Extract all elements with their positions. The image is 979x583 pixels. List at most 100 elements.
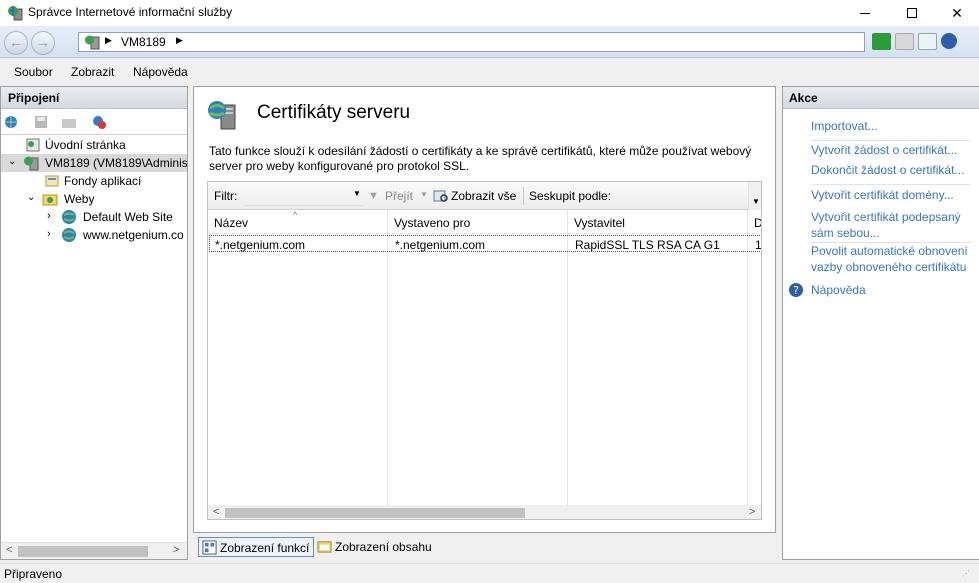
scroll-right-icon[interactable]: >: [749, 506, 755, 518]
action-create-request[interactable]: Vytvořit žádost o certifikát...: [811, 142, 957, 158]
back-button[interactable]: ←: [4, 31, 28, 55]
server-certificates-icon: [208, 101, 236, 130]
scroll-thumb[interactable]: [225, 508, 525, 518]
forward-button[interactable]: →: [31, 31, 55, 55]
menu-view[interactable]: Zobrazit: [71, 65, 114, 79]
cell-expiration: 1: [755, 238, 762, 252]
scroll-right-icon[interactable]: >: [173, 544, 179, 556]
action-help[interactable]: Nápověda: [811, 282, 866, 298]
iis-app-icon: [8, 6, 23, 21]
connections-tree: Úvodní stránka ⌄ VM8189 (VM8189\Administ…: [1, 135, 187, 535]
connections-toolbar: [1, 109, 187, 135]
tree-item-server[interactable]: ⌄ VM8189 (VM8189\Administ: [1, 154, 187, 172]
group-by-label[interactable]: Seskupit podle:: [529, 189, 611, 203]
expand-chevron-icon[interactable]: ›: [47, 210, 51, 222]
expand-chevron-icon[interactable]: ⌄: [27, 192, 35, 203]
status-text: Připraveno: [4, 567, 63, 581]
connections-horizontal-scrollbar[interactable]: < >: [1, 542, 187, 559]
tree-item-default-web-site[interactable]: › Default Web Site: [1, 208, 187, 226]
features-view-icon: [202, 540, 217, 555]
window-title: Správce Internetové informační služby: [28, 5, 233, 19]
connect-globe-icon[interactable]: [3, 114, 19, 130]
feature-description: Tato funkce slouží k odesílání žádostí o…: [209, 144, 752, 173]
show-all-button[interactable]: Zobrazit vše: [451, 189, 516, 203]
up-folder-icon[interactable]: [61, 114, 77, 130]
menu-file[interactable]: Soubor: [14, 65, 53, 79]
breadcrumb-arrow-icon[interactable]: ▶: [105, 35, 112, 46]
column-divider: [747, 210, 748, 506]
menu-bar: Soubor Zobrazit Nápověda: [0, 59, 979, 85]
resize-grip-icon[interactable]: ⋰: [962, 569, 970, 578]
tree-item-netgenium[interactable]: › www.netgenium.co: [1, 226, 187, 244]
action-enable-auto-rebind[interactable]: Povolit automatické obnovení vazby obnov…: [811, 243, 976, 275]
column-header-name[interactable]: Název: [214, 216, 248, 230]
breadcrumb-server[interactable]: VM8189: [121, 35, 166, 49]
globe-icon: [62, 228, 76, 242]
minimize-button[interactable]: [842, 0, 888, 26]
scroll-thumb[interactable]: [18, 546, 148, 557]
toolbar-separator: [523, 187, 524, 205]
server-icon: [85, 35, 100, 50]
filter-dropdown-icon[interactable]: ▼: [353, 189, 361, 198]
cell-issued-to: *.netgenium.com: [395, 238, 486, 252]
page-title: Certifikáty serveru: [257, 102, 411, 123]
refresh-icon[interactable]: [872, 33, 891, 50]
disconnect-icon[interactable]: [91, 114, 107, 130]
action-separator: [811, 140, 971, 141]
title-bar: Správce Internetové informační služby ✕: [0, 0, 979, 26]
server-icon: [24, 156, 39, 171]
action-create-self-signed-certificate[interactable]: Vytvořit certifikát podepsaný sám sebou.…: [811, 209, 976, 241]
content-view-icon: [317, 541, 332, 553]
status-bar: Připraveno ⋰: [0, 563, 979, 583]
menu-help[interactable]: Nápověda: [133, 65, 188, 79]
column-divider: [387, 210, 388, 506]
column-divider: [567, 210, 568, 506]
grid-horizontal-scrollbar[interactable]: < >: [208, 505, 761, 519]
connections-header: Připojení: [1, 87, 187, 109]
scroll-left-icon[interactable]: <: [213, 506, 219, 518]
tree-item-sites[interactable]: ⌄ Weby: [1, 190, 187, 208]
tab-content-view[interactable]: Zobrazení obsahu: [314, 537, 444, 557]
actions-header: Akce: [783, 87, 979, 109]
app-pools-icon: [45, 175, 59, 187]
action-create-domain-certificate[interactable]: Vytvořit certifikát domény...: [811, 187, 954, 203]
close-button[interactable]: ✕: [934, 0, 979, 26]
view-tabs: Zobrazení funkcí Zobrazení obsahu: [193, 536, 776, 558]
svg-text:?: ?: [793, 284, 799, 297]
tree-item-app-pools[interactable]: Fondy aplikací: [1, 172, 187, 190]
save-icon[interactable]: [33, 114, 49, 130]
go-button[interactable]: Přejít: [385, 189, 413, 203]
action-import[interactable]: Importovat...: [811, 118, 878, 134]
column-header-issuer[interactable]: Vystavitel: [574, 216, 625, 230]
cell-name: *.netgenium.com: [215, 238, 306, 252]
column-header-expiration[interactable]: D: [754, 216, 761, 230]
nav-toolbar: [872, 33, 957, 50]
sites-folder-icon: [42, 194, 58, 206]
tree-item-start-page[interactable]: Úvodní stránka: [1, 136, 187, 154]
go-dropdown-icon[interactable]: ▼: [420, 190, 428, 199]
action-separator: [811, 184, 971, 185]
stop-icon[interactable]: [895, 33, 914, 50]
breadcrumb-arrow-icon[interactable]: ▶: [176, 35, 183, 46]
table-row[interactable]: *.netgenium.com *.netgenium.com RapidSSL…: [209, 235, 762, 252]
start-page-icon: [26, 138, 40, 152]
actions-pane: Akce Importovat... Vytvořit žádost o cer…: [782, 86, 979, 560]
scroll-left-icon[interactable]: <: [6, 544, 12, 556]
tab-features-view[interactable]: Zobrazení funkcí: [198, 537, 314, 557]
column-header-row: Název ^ Vystaveno pro Vystavitel D: [208, 210, 761, 234]
certificates-grid: Filtr: ▼ ▼ Přejít ▼ Zobrazit vše Seskupi…: [207, 181, 762, 520]
home-icon[interactable]: [918, 33, 937, 50]
filter-input[interactable]: [244, 186, 364, 206]
expand-chevron-icon[interactable]: ⌄: [8, 156, 16, 167]
maximize-button[interactable]: [889, 0, 935, 26]
show-all-icon: [433, 190, 448, 202]
action-complete-request[interactable]: Dokončit žádost o certifikát...: [811, 162, 964, 178]
sort-ascending-icon: ^: [293, 210, 298, 220]
help-dropdown-icon[interactable]: [941, 33, 957, 49]
navigation-bar: ← → ▶ VM8189 ▶: [0, 26, 979, 58]
grid-scroll-down-icon[interactable]: ▼: [748, 182, 761, 210]
address-bar[interactable]: ▶ VM8189 ▶: [78, 32, 865, 52]
filter-toolbar: Filtr: ▼ ▼ Přejít ▼ Zobrazit vše Seskupi…: [208, 182, 761, 210]
column-header-issued-to[interactable]: Vystaveno pro: [394, 216, 470, 230]
expand-chevron-icon[interactable]: ›: [47, 228, 51, 240]
